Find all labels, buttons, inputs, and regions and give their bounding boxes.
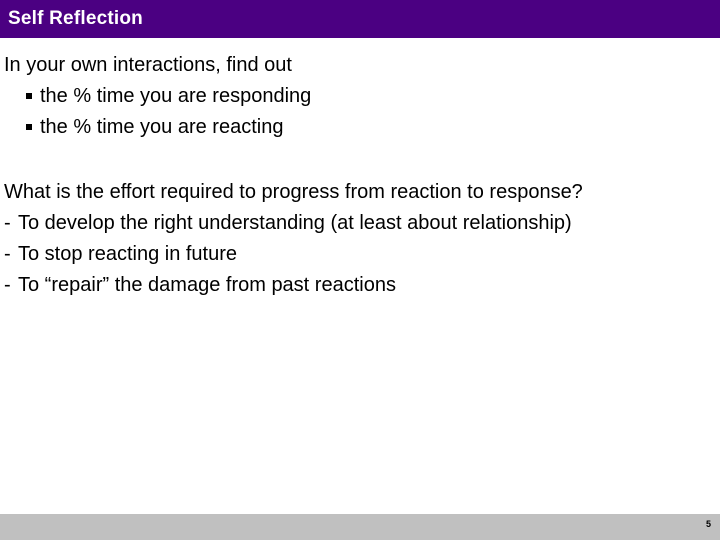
square-bullet-icon <box>26 112 32 143</box>
dash-bullet-icon: - <box>4 243 11 265</box>
line-text: To “repair” the damage from past reactio… <box>18 274 396 296</box>
slide-content-area: In your own interactions, find out the %… <box>0 38 720 514</box>
line-text: the % time you are responding <box>40 85 312 107</box>
slide-footer-bar: 5 <box>0 514 720 540</box>
bullet-list-item: the % time you are responding <box>0 81 720 112</box>
text-line: In your own interactions, find out <box>0 50 720 81</box>
dash-list-item: - To “repair” the damage from past react… <box>0 270 720 301</box>
line-text: To develop the right understanding (at l… <box>18 212 572 234</box>
page-title: Self Reflection <box>8 8 143 29</box>
dash-bullet-icon: - <box>4 274 11 296</box>
text-line: What is the effort required to progress … <box>0 177 720 208</box>
line-text: What is the effort required to progress … <box>4 181 583 203</box>
line-text: the % time you are reacting <box>40 116 284 138</box>
content-block-effort-required: What is the effort required to progress … <box>0 177 720 301</box>
line-text: To stop reacting in future <box>18 243 238 265</box>
dash-list-item: - To stop reacting in future <box>0 239 720 270</box>
dash-bullet-icon: - <box>4 212 11 234</box>
slide-title-bar: Self Reflection <box>0 0 720 38</box>
bullet-list-item: the % time you are reacting <box>0 112 720 143</box>
line-text: In your own interactions, find out <box>4 54 292 76</box>
dash-list-item: - To develop the right understanding (at… <box>0 208 720 239</box>
content-block-reflection-prompt: In your own interactions, find out the %… <box>0 50 720 143</box>
square-bullet-icon <box>26 81 32 112</box>
page-number: 5 <box>705 519 711 529</box>
